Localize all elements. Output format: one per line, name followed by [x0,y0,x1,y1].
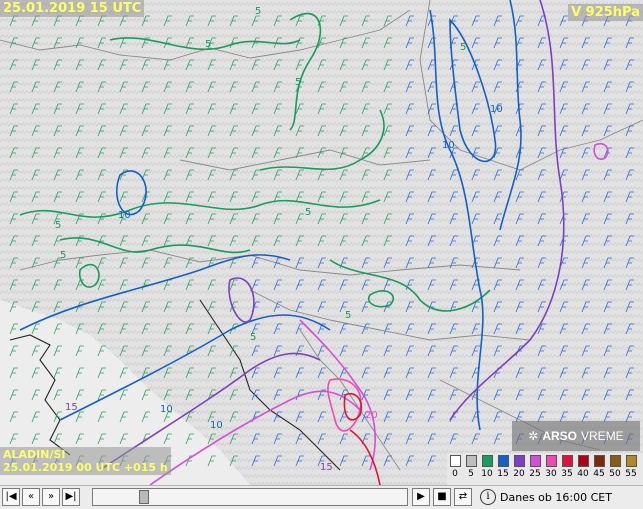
time-slider[interactable] [92,488,408,506]
legend-swatch [450,455,461,467]
legend-swatch [530,455,541,467]
loop-icon[interactable]: ⇄ [454,488,472,506]
arso-logo: ✲ ARSO VREME [512,421,640,451]
info-icon[interactable]: i [480,489,496,505]
model-run: 25.01.2019 00 UTC +015 h [3,461,168,474]
time-slider-thumb[interactable] [139,490,149,504]
legend-label: 50 [609,469,621,479]
logo-text: ARSO [542,429,578,443]
contour-label: 5 [60,250,66,261]
status-text: Danes ob 16:00 CET [500,490,612,504]
legend-swatch [546,455,557,467]
contour-label: 10 [160,404,173,415]
contour-label: 20 [365,410,378,421]
step-forward-icon[interactable]: » [42,488,60,506]
contour-label: 10 [210,420,223,431]
status: i Danes ob 16:00 CET [480,489,612,505]
contour-label: 10 [442,140,455,151]
pressure-level-label: V 925hPa [568,4,643,21]
legend-swatch [626,455,637,467]
contour-label: 5 [255,6,261,17]
model-info: ALADIN/SI 25.01.2019 00 UTC +015 h [0,447,171,475]
contour-label: 15 [65,402,78,413]
contour-label: 5 [55,220,61,231]
contour-label: 5 [345,310,351,321]
play-icon[interactable]: ▶ [412,488,430,506]
weather-map: 5 5 5 5 5 5 5 5 5 10 10 10 10 10 15 15 2… [0,0,643,485]
logo-icon: ✲ [528,429,539,443]
contour-label: 5 [250,332,256,343]
contour-label: 15 [320,462,333,473]
legend-swatch [514,455,525,467]
skip-to-end-icon[interactable]: ▶| [62,488,80,506]
legend-label: 30 [545,469,557,479]
contour-label: 10 [490,104,503,115]
timestamp-label: 25.01.2019 15 UTC [0,0,145,17]
legend-label: 40 [577,469,589,479]
step-back-icon[interactable]: « [22,488,40,506]
contour-label: 10 [118,210,131,221]
legend-swatch [610,455,621,467]
legend-swatch [578,455,589,467]
legend-label: 20 [513,469,525,479]
color-legend: 0 5 10 15 20 25 30 35 40 45 50 55 [447,453,643,485]
legend-swatch [562,455,573,467]
legend-swatch [498,455,509,467]
contour-label: 5 [460,42,466,53]
stop-icon[interactable]: ■ [433,488,451,506]
contour-label: 5 [295,77,301,88]
animation-controls: |◀ « » ▶| ▶ ■ ⇄ i Danes ob 16:00 CET [0,485,643,509]
legend-swatch [594,455,605,467]
legend-label: 45 [593,469,605,479]
legend-label: 0 [452,469,458,479]
legend-swatch [482,455,493,467]
legend-label: 5 [468,469,474,479]
map-canvas: 5 5 5 5 5 5 5 5 5 10 10 10 10 10 15 15 2… [0,0,643,485]
model-name: ALADIN/SI [3,448,66,461]
logo-suffix: VREME [581,429,624,443]
legend-label: 25 [529,469,541,479]
contour-label: 5 [205,39,211,50]
legend-label: 35 [561,469,573,479]
legend-label: 15 [497,469,509,479]
skip-to-start-icon[interactable]: |◀ [2,488,20,506]
legend-label: 10 [481,469,493,479]
legend-swatch [466,455,477,467]
legend-label: 55 [625,469,637,479]
contour-label: 5 [305,207,311,218]
